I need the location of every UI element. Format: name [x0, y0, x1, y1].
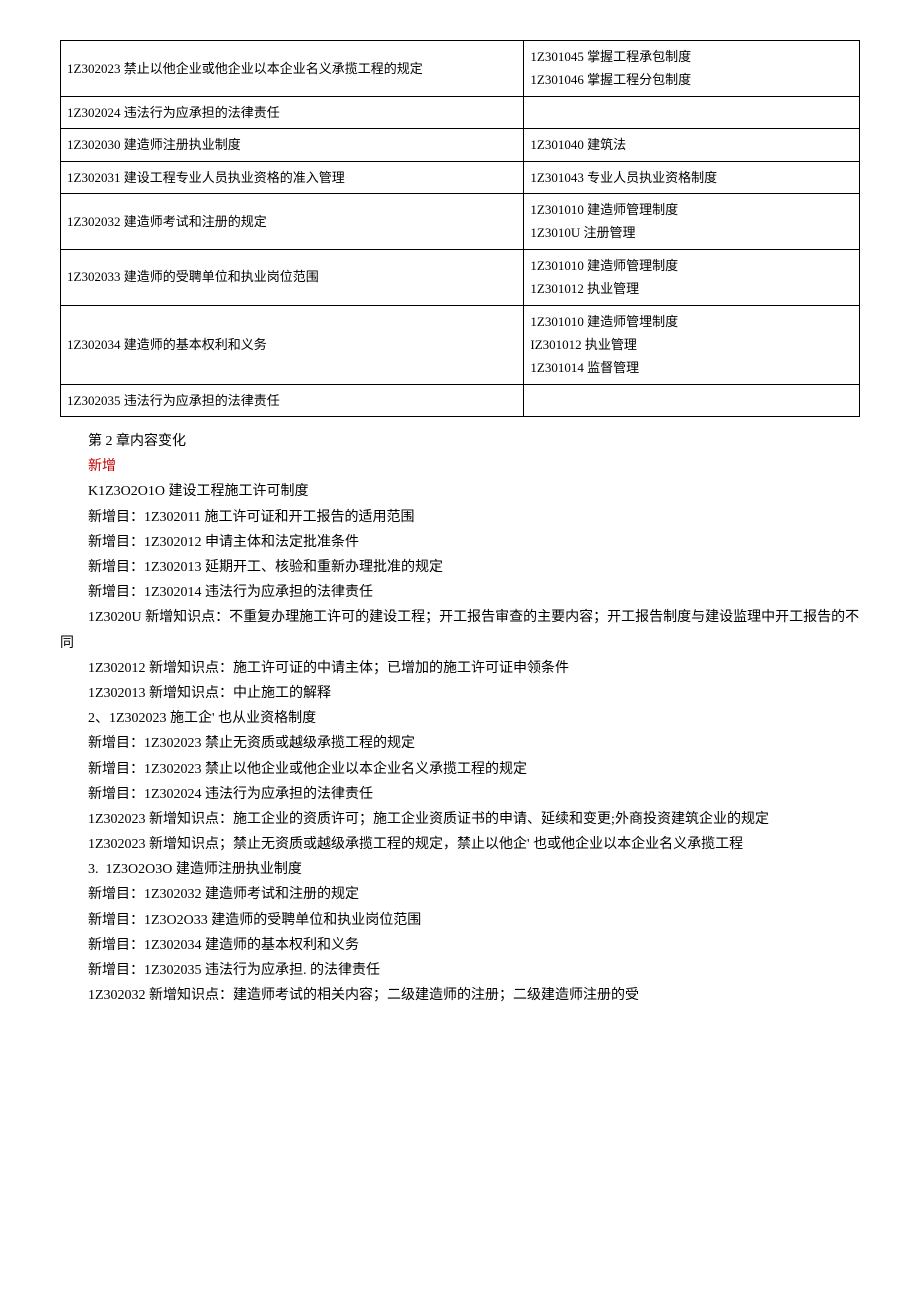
paragraph: 1Z302023 新增知识点：施工企业的资质许可；施工企业资质证书的申请、延续和…	[60, 807, 860, 832]
document-body: 第 2 章内容变化 新增 K1Z3O2O1O 建设工程施工许可制度 新增目：1Z…	[60, 429, 860, 1008]
paragraph: K1Z3O2O1O 建设工程施工许可制度	[60, 479, 860, 504]
cell-right	[524, 96, 860, 128]
cell-right: 1Z301010 建造师管理制度1Z3010U 注册管理	[524, 193, 860, 249]
cell-left: 1Z302030 建造师注册执业制度	[61, 129, 524, 161]
cell-right: 1Z301040 建筑法	[524, 129, 860, 161]
cell-right: 1Z301010 建造师管理制度1Z301012 执业管理	[524, 249, 860, 305]
paragraph: 1Z302013 新增知识点：中止施工的解释	[60, 681, 860, 706]
table-row: 1Z302023 禁止以他企业或他企业以本企业名义承揽工程的规定 1Z30104…	[61, 41, 860, 97]
table-row: 1Z302032 建造师考试和注册的规定 1Z301010 建造师管理制度1Z3…	[61, 193, 860, 249]
table-row: 1Z302031 建设工程专业人员执业资格的准入管理 1Z301043 专业人员…	[61, 161, 860, 193]
table-row: 1Z302034 建造师的基本权利和义务 1Z301010 建造师管埋制度IZ3…	[61, 305, 860, 384]
cell-left: 1Z302033 建造师的受聘单位和执业岗位范围	[61, 249, 524, 305]
cell-right: 1Z301045 掌握工程承包制度1Z301046 掌握工程分包制度	[524, 41, 860, 97]
paragraph: 新增目：1Z302032 建造师考试和注册的规定	[60, 882, 860, 907]
paragraph: 1Z302023 新增知识点；禁止无资质或越级承揽工程的规定，禁止以他企' 也或…	[60, 832, 860, 857]
paragraph: 2、1Z302023 施工企' 也从业资格制度	[60, 706, 860, 731]
cell-right	[524, 384, 860, 416]
table-body: 1Z302023 禁止以他企业或他企业以本企业名义承揽工程的规定 1Z30104…	[61, 41, 860, 417]
cell-left: 1Z302024 违法行为应承担的法律责任	[61, 96, 524, 128]
paragraph: 新增目：1Z302023 禁止以他企业或他企业以本企业名义承揽工程的规定	[60, 757, 860, 782]
table-row: 1Z302024 违法行为应承担的法律责任	[61, 96, 860, 128]
cell-left: 1Z302023 禁止以他企业或他企业以本企业名义承揽工程的规定	[61, 41, 524, 97]
paragraph: 1Z3020U 新增知识点：不重复办理施工许可的建设工程；开工报告审查的主要内容…	[60, 605, 860, 655]
table-row: 1Z302030 建造师注册执业制度 1Z301040 建筑法	[61, 129, 860, 161]
paragraph: 新增目：1Z3O2O33 建造师的受聘单位和执业岗位范围	[60, 908, 860, 933]
paragraph: 新增目：1Z302035 违法行为应承担. 的法律责任	[60, 958, 860, 983]
cell-left: 1Z302032 建造师考试和注册的规定	[61, 193, 524, 249]
cell-right: 1Z301043 专业人员执业资格制度	[524, 161, 860, 193]
paragraph: 新增目：1Z302023 禁止无资质或越级承揽工程的规定	[60, 731, 860, 756]
paragraph: 新增目：1Z302034 建造师的基本权利和义务	[60, 933, 860, 958]
paragraph: 新增目：1Z302011 施工许可证和开工报告的适用范围	[60, 505, 860, 530]
cell-right: 1Z301010 建造师管埋制度IZ301012 执业管理1Z301014 监督…	[524, 305, 860, 384]
paragraph: 新增目：1Z302014 违法行为应承担的法律责任	[60, 580, 860, 605]
paragraph: 3. 1Z3O2O3O 建造师注册执业制度	[60, 857, 860, 882]
section-subheading: 新增	[60, 454, 860, 479]
paragraph: 1Z302012 新增知识点：施工许可证的中请主体；已增加的施工许可证申领条件	[60, 656, 860, 681]
table-row: 1Z302035 违法行为应承担的法律责任	[61, 384, 860, 416]
table-row: 1Z302033 建造师的受聘单位和执业岗位范围 1Z301010 建造师管理制…	[61, 249, 860, 305]
cell-left: 1Z302035 违法行为应承担的法律责任	[61, 384, 524, 416]
paragraph: 1Z302032 新增知识点：建造师考试的相关内容；二级建造师的注册；二级建造师…	[60, 983, 860, 1008]
comparison-table: 1Z302023 禁止以他企业或他企业以本企业名义承揽工程的规定 1Z30104…	[60, 40, 860, 417]
cell-left: 1Z302031 建设工程专业人员执业资格的准入管理	[61, 161, 524, 193]
paragraph: 新增目：1Z302013 延期开工、核验和重新办理批准的规定	[60, 555, 860, 580]
section-heading: 第 2 章内容变化	[60, 429, 860, 454]
paragraph: 新增目：1Z302024 违法行为应承担的法律责任	[60, 782, 860, 807]
paragraph: 新增目：1Z302012 申请主体和法定批准条件	[60, 530, 860, 555]
cell-left: 1Z302034 建造师的基本权利和义务	[61, 305, 524, 384]
